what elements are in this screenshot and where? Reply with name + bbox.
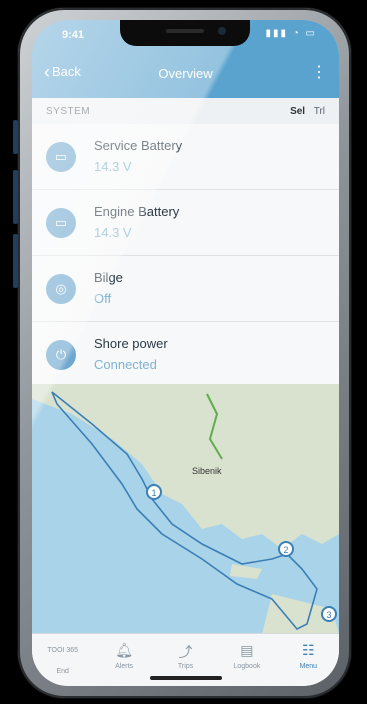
item-value: Off <box>94 291 112 306</box>
home-indicator <box>150 676 222 680</box>
side-button <box>13 170 18 224</box>
tab-label: End <box>56 668 69 675</box>
item-name: Bilge <box>94 270 123 285</box>
more-vertical-icon[interactable]: ⋮ <box>311 62 327 82</box>
tab-logbook[interactable]: ▤ Logbook <box>216 634 277 686</box>
nav-bar: ‹ Back Overview ⋮ <box>32 50 339 98</box>
item-name: Shore power <box>94 336 168 351</box>
bilge-icon: ◎ <box>46 274 76 304</box>
tab-label: Menu <box>299 663 318 670</box>
end-icon: TOOI 365 <box>47 647 78 654</box>
page-title: Overview <box>158 66 213 81</box>
side-button <box>13 234 18 288</box>
speaker <box>166 29 204 33</box>
unit-selected[interactable]: Sel <box>290 106 305 117</box>
screen: 9:41 ▮▮▮ ◔ ▭ ‹ Back Overview ⋮ SYSTEM Se… <box>32 20 339 686</box>
side-button <box>13 120 18 154</box>
item-name: Engine Battery <box>94 204 180 219</box>
battery-icon: ▭ <box>46 208 76 238</box>
waypoint-marker[interactable]: 1 <box>146 484 162 500</box>
list-item[interactable]: ▭ Service Battery 14.3 V <box>32 124 339 190</box>
tab-label: Logbook <box>233 663 261 670</box>
tab-alerts[interactable]: 🔔︎ Alerts <box>93 634 154 686</box>
bell-icon: 🔔︎ <box>115 642 133 658</box>
status-icons: ▮▮▮ ◔ ▭ <box>265 28 317 39</box>
map-canvas: 1 2 3 Sibenik <box>32 384 339 634</box>
svg-text:3: 3 <box>326 610 331 620</box>
logbook-icon: ▤ <box>240 642 254 658</box>
svg-text:1: 1 <box>151 488 156 498</box>
notch <box>120 20 250 46</box>
tab-menu[interactable]: ☷ Menu <box>278 634 339 686</box>
list-item[interactable]: ▭ Engine Battery 14.3 V <box>32 190 339 256</box>
item-value: 14.3 V <box>94 159 132 174</box>
item-value: Connected <box>94 357 157 372</box>
tab-label: Trips <box>177 663 194 670</box>
tab-label: Alerts <box>115 663 134 670</box>
grid-icon: ☷ <box>302 642 315 658</box>
front-camera <box>218 27 226 35</box>
svg-text:2: 2 <box>283 545 288 555</box>
tab-end[interactable]: TOOI 365 End <box>32 634 93 686</box>
route-icon: ⤴ <box>178 644 193 660</box>
unit-other[interactable]: Trl <box>314 106 325 117</box>
waypoint-marker[interactable]: 2 <box>278 541 294 557</box>
status-time: 9:41 <box>62 29 85 41</box>
list-item[interactable]: ⏻ Shore power Connected <box>32 322 339 388</box>
list-item[interactable]: ◎ Bilge Off <box>32 256 339 322</box>
unit-toggle[interactable]: Sel Trl <box>290 106 325 117</box>
route-map[interactable]: 1 2 3 Sibenik <box>32 384 339 634</box>
item-name: Service Battery <box>94 138 183 153</box>
section-label: SYSTEM <box>46 106 91 117</box>
plug-icon: ⏻ <box>46 340 76 370</box>
system-list: ▭ Service Battery 14.3 V ▭ Engine Batter… <box>32 124 339 388</box>
map-place-label: Sibenik <box>192 466 222 476</box>
waypoint-marker[interactable]: 3 <box>321 606 337 622</box>
system-section-header: SYSTEM Sel Trl <box>32 98 339 124</box>
item-value: 14.3 V <box>94 225 132 240</box>
battery-icon: ▭ <box>46 142 76 172</box>
